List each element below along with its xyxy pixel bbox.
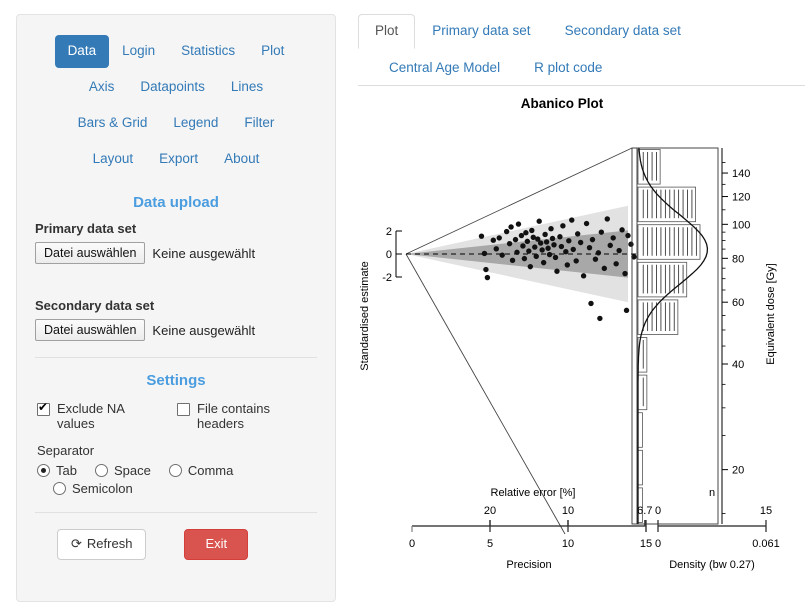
svg-text:20: 20 <box>484 505 496 517</box>
file-contains-headers-checkbox-item[interactable]: File contains headers <box>177 401 317 431</box>
svg-text:40: 40 <box>732 359 744 371</box>
nav-row: Axis Datapoints Lines <box>41 71 311 104</box>
tab-row-2: Central Age Model R plot code <box>358 51 805 86</box>
tab-plot[interactable]: Plot <box>358 14 416 49</box>
secondary-data-set-label: Secondary data set <box>35 298 155 314</box>
separator-option-semicolon[interactable]: Semicolon <box>53 481 133 496</box>
sidebar-item-statistics[interactable]: Statistics <box>168 35 248 68</box>
sidebar-item-axis[interactable]: Axis <box>76 71 128 104</box>
sidebar-item-datapoints[interactable]: Datapoints <box>127 71 218 104</box>
separator-comma-label: Comma <box>187 463 234 479</box>
svg-text:Standardised estimate: Standardised estimate <box>359 261 371 370</box>
svg-text:0: 0 <box>655 505 661 517</box>
svg-text:80: 80 <box>732 253 744 265</box>
app-root: Data Login Statistics Plot Axis Datapoin… <box>0 0 812 616</box>
svg-text:15: 15 <box>760 505 772 517</box>
abanico-plot-container: Abanico Plot 2 0 -2 Standardised estimate 140… <box>350 86 805 586</box>
svg-text:Density (bw 0.27): Density (bw 0.27) <box>669 559 755 571</box>
abanico-plot-svg: Abanico Plot20-2Standardised estimate140… <box>359 96 780 571</box>
separator-semicolon-label: Semicolon <box>72 481 133 497</box>
nav-row: Data Login Statistics Plot <box>41 35 311 68</box>
settings-title: Settings <box>146 372 206 390</box>
tab-central-age-model[interactable]: Central Age Model <box>372 51 517 86</box>
svg-text:0: 0 <box>409 538 415 550</box>
primary-data-set-label: Primary data set <box>35 221 137 237</box>
sidebar-item-layout[interactable]: Layout <box>80 143 147 176</box>
exclude-na-values-label: Exclude NA values <box>57 401 125 432</box>
svg-text:6.7: 6.7 <box>637 505 652 517</box>
svg-text:10: 10 <box>562 538 574 550</box>
svg-text:10: 10 <box>562 505 574 517</box>
separator-radio-row-2: Semicolon <box>53 481 317 496</box>
separator-option-space[interactable]: Space <box>94 463 151 479</box>
svg-text:Relative error [%]: Relative error [%] <box>491 487 576 499</box>
svg-text:60: 60 <box>732 297 744 309</box>
sidebar-item-export[interactable]: Export <box>146 143 211 176</box>
main-panel: Plot Primary data set Secondary data set… <box>350 14 805 602</box>
sidebar-nav: Data Login Statistics Plot Axis Datapoin… <box>35 25 317 180</box>
svg-text:2: 2 <box>386 226 392 238</box>
sidebar-item-legend[interactable]: Legend <box>160 107 231 140</box>
svg-text:0.061: 0.061 <box>752 538 780 550</box>
main-tabs: Plot Primary data set Secondary data set… <box>350 14 805 86</box>
actions-divider <box>35 512 317 514</box>
primary-file-input[interactable]: Datei auswählen Keine ausgewählt <box>35 242 317 265</box>
refresh-button-label: Refresh <box>86 536 133 552</box>
svg-text:0: 0 <box>655 538 661 550</box>
nav-row: Layout Export About <box>41 143 311 176</box>
refresh-icon: ⟳ <box>71 536 82 552</box>
primary-file-browse-button[interactable]: Datei auswählen <box>35 242 146 265</box>
svg-text:0: 0 <box>386 249 392 261</box>
upload-spacer <box>35 270 317 292</box>
svg-text:-2: -2 <box>382 272 392 284</box>
svg-text:100: 100 <box>732 219 750 231</box>
svg-text:Equivalent dose [Gy]: Equivalent dose [Gy] <box>765 263 777 365</box>
file-contains-headers-label: File contains headers <box>197 401 270 432</box>
tab-r-plot-code[interactable]: R plot code <box>517 51 619 86</box>
exit-button[interactable]: Exit <box>184 529 249 560</box>
sidebar-item-lines[interactable]: Lines <box>218 71 276 104</box>
separator-label: Separator <box>37 443 95 459</box>
svg-text:5: 5 <box>487 538 493 550</box>
secondary-file-status: Keine ausgewählt <box>152 322 256 338</box>
tab-row-1: Plot Primary data set Secondary data set <box>358 14 805 49</box>
svg-text:15: 15 <box>640 538 652 550</box>
sidebar-item-plot[interactable]: Plot <box>248 35 297 68</box>
svg-text:Precision: Precision <box>506 559 551 571</box>
svg-text:Abanico Plot: Abanico Plot <box>521 96 604 111</box>
svg-text:120: 120 <box>732 191 750 203</box>
svg-text:140: 140 <box>732 168 750 180</box>
sidebar-item-filter[interactable]: Filter <box>231 107 287 140</box>
primary-file-status: Keine ausgewählt <box>152 245 256 261</box>
sidebar-item-about[interactable]: About <box>211 143 272 176</box>
tab-secondary-data-set[interactable]: Secondary data set <box>548 14 698 49</box>
settings-divider <box>35 357 317 359</box>
exclude-na-values-checkbox[interactable] <box>37 401 50 417</box>
separator-space-radio[interactable] <box>94 464 108 478</box>
separator-tab-radio[interactable] <box>37 464 50 478</box>
data-upload-title: Data upload <box>133 194 219 212</box>
sidebar-action-buttons: ⟳ Refresh Exit <box>35 529 317 560</box>
exclude-na-values-checkbox-item[interactable]: Exclude NA values <box>37 401 177 431</box>
secondary-file-browse-button[interactable]: Datei auswählen <box>35 319 146 342</box>
separator-option-comma[interactable]: Comma <box>168 463 234 479</box>
refresh-button[interactable]: ⟳ Refresh <box>57 529 147 560</box>
separator-semicolon-radio[interactable] <box>53 482 66 496</box>
sidebar-item-data[interactable]: Data <box>54 35 110 68</box>
sidebar-item-bars-and-grid[interactable]: Bars & Grid <box>65 107 161 140</box>
separator-option-tab[interactable]: Tab <box>37 463 77 478</box>
svg-text:20: 20 <box>732 464 744 476</box>
sidebar-panel: Data Login Statistics Plot Axis Datapoin… <box>16 14 336 602</box>
tab-primary-data-set[interactable]: Primary data set <box>415 14 547 49</box>
svg-text:n: n <box>709 487 715 499</box>
separator-space-label: Space <box>113 463 151 479</box>
separator-comma-radio[interactable] <box>168 464 182 478</box>
file-contains-headers-checkbox[interactable] <box>177 403 190 417</box>
sidebar-item-login[interactable]: Login <box>109 35 168 68</box>
nav-row: Bars & Grid Legend Filter <box>41 107 311 140</box>
separator-tab-label: Tab <box>56 463 77 479</box>
secondary-file-input[interactable]: Datei auswählen Keine ausgewählt <box>35 319 317 342</box>
settings-checkbox-row: Exclude NA values File contains headers <box>37 401 317 431</box>
separator-radio-row-1: Tab Space Comma <box>37 463 317 478</box>
